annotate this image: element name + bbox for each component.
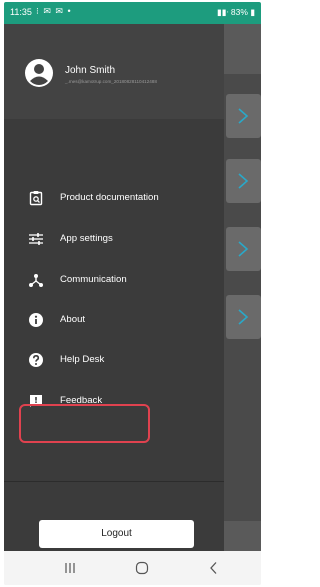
- background-card: [226, 295, 261, 339]
- avatar-icon[interactable]: [24, 58, 54, 88]
- menu-item-app-settings[interactable]: App settings: [4, 225, 224, 253]
- background-footer: [222, 521, 261, 551]
- home-icon[interactable]: [132, 559, 152, 577]
- menu-label: Product documentation: [60, 192, 159, 203]
- background-card: [226, 227, 261, 271]
- menu-item-help-desk[interactable]: Help Desk: [4, 346, 224, 374]
- menu-item-product-documentation[interactable]: Product documentation: [4, 184, 224, 212]
- menu-item-communication[interactable]: Communication: [4, 266, 224, 294]
- info-icon: [29, 313, 43, 327]
- chevron-right-icon: [238, 309, 249, 325]
- recent-apps-icon[interactable]: [60, 559, 80, 577]
- status-right: ▮▮ᐧ 83% ▮: [217, 7, 255, 18]
- drawer-header: John Smith _.mes@kamotrup.com_2018082811…: [4, 24, 224, 119]
- sliders-icon: [29, 233, 43, 245]
- chevron-right-icon: [238, 173, 249, 189]
- signal-icon: ▮▮ᐧ: [217, 7, 229, 17]
- menu-label: Communication: [60, 274, 127, 285]
- user-name: John Smith: [65, 65, 116, 76]
- clipboard-search-icon: [29, 191, 43, 206]
- background-card: [226, 159, 261, 203]
- menu-label: About: [60, 314, 86, 325]
- hub-icon: [29, 274, 43, 287]
- menu-label: App settings: [60, 233, 113, 244]
- chevron-right-icon: [238, 108, 249, 124]
- user-email: _.mes@kamotrup.com_20180828110412488: [65, 79, 157, 84]
- system-nav-bar: [4, 551, 261, 585]
- background-card: [226, 94, 261, 138]
- feedback-highlight-box: [19, 404, 150, 443]
- back-icon[interactable]: [204, 559, 224, 577]
- chevron-right-icon: [238, 241, 249, 257]
- logout-button[interactable]: Logout: [39, 520, 194, 548]
- menu-label: Help Desk: [60, 354, 105, 365]
- status-time: 11:35: [10, 7, 32, 17]
- drawer-divider: [4, 481, 224, 482]
- navigation-drawer: John Smith _.mes@kamotrup.com_2018082811…: [4, 24, 224, 551]
- menu-item-about[interactable]: About: [4, 306, 224, 334]
- battery-level: 83%: [230, 7, 248, 17]
- notification-icons: ⁝ ✉ ✉ •: [36, 6, 72, 16]
- status-bar: 11:35 ⁝ ✉ ✉ • ▮▮ᐧ 83% ▮: [4, 2, 261, 24]
- phone-screen: 11:35 ⁝ ✉ ✉ • ▮▮ᐧ 83% ▮ John Smith _.mes…: [4, 2, 261, 585]
- background-header: [222, 24, 261, 74]
- help-icon: [29, 353, 43, 367]
- battery-icon: ▮: [250, 7, 255, 17]
